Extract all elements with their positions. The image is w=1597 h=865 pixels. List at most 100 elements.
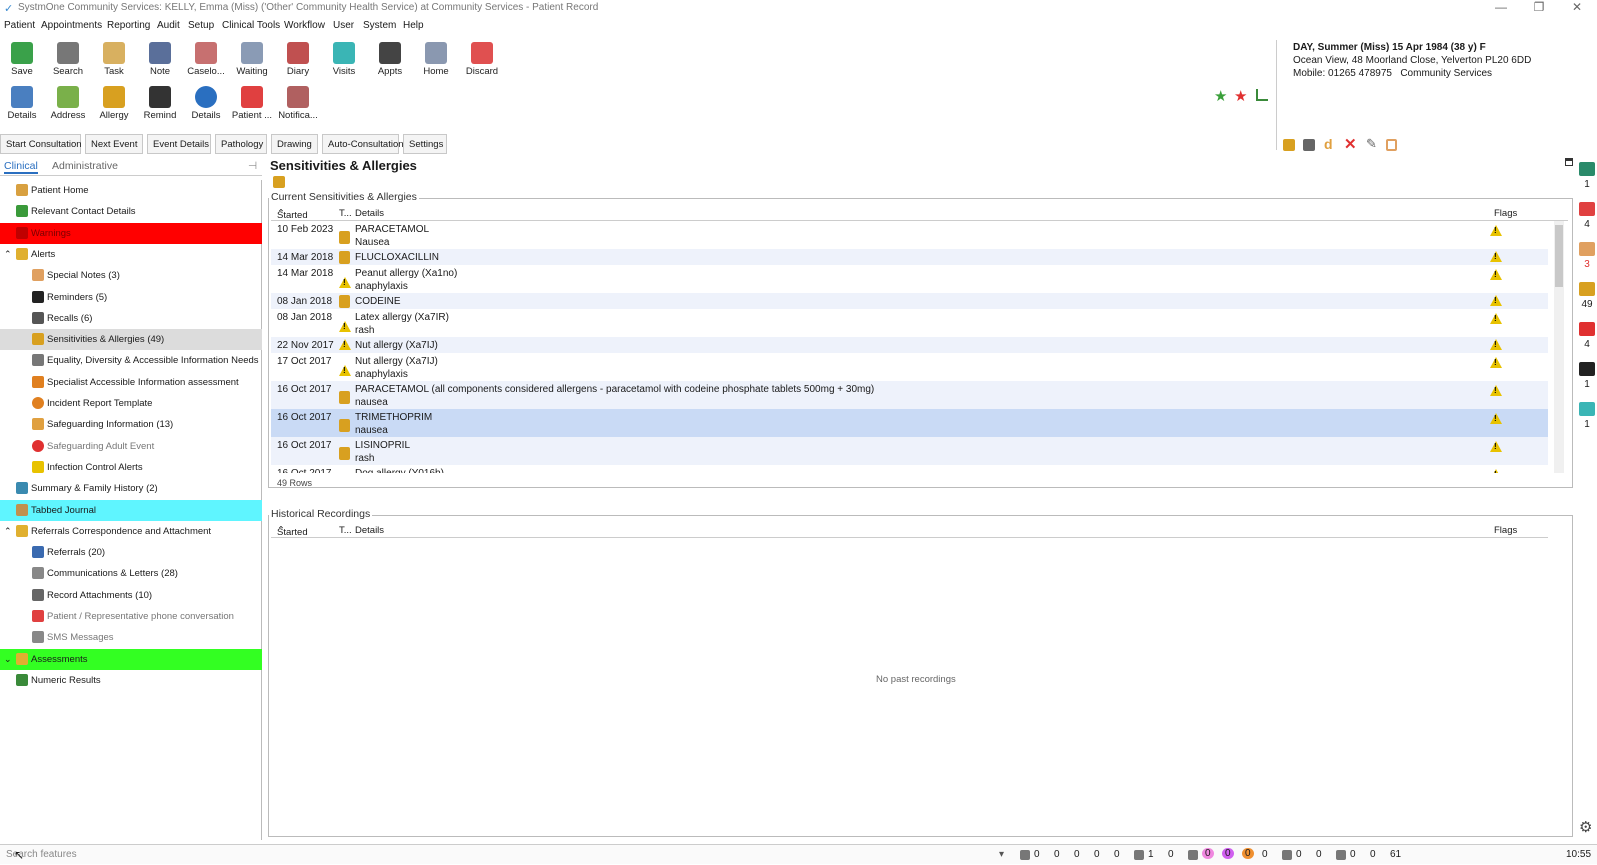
expander-icon[interactable]: ⌃ — [4, 526, 12, 537]
allergy-row[interactable]: 16 Oct 2017 PARACETAMOL (all components c… — [271, 381, 1548, 409]
home-button[interactable]: Home — [414, 40, 458, 80]
tree-item-tabbed-journal[interactable]: Tabbed Journal — [0, 499, 262, 521]
status-icon[interactable] — [1020, 850, 1030, 860]
status-icon[interactable] — [1336, 850, 1346, 860]
status-icon[interactable] — [1282, 850, 1292, 860]
tab-settings[interactable]: Settings — [403, 134, 447, 154]
expander-icon[interactable]: ⌃ — [4, 249, 12, 260]
tab-auto-consultation[interactable]: Auto-Consultation — [322, 134, 404, 154]
menu-appointments[interactable]: Appointments — [41, 20, 102, 31]
tab-start-consultation[interactable]: Start Consultation — [0, 134, 82, 154]
tree-item-patient-representative-phone-conversation[interactable]: Patient / Representative phone conversat… — [0, 606, 262, 627]
allergy-button[interactable]: Allergy — [92, 84, 136, 124]
vertical-scrollbar[interactable] — [1554, 221, 1564, 473]
menu-reporting[interactable]: Reporting — [107, 20, 150, 31]
chart-icon[interactable] — [1256, 89, 1268, 101]
allergy-row[interactable]: 08 Jan 2018 Latex allergy (Xa7IR) rash — [271, 309, 1548, 337]
tree-item-assessments[interactable]: ⌄ Assessments — [0, 648, 262, 670]
minimize-button[interactable]: — — [1486, 0, 1516, 14]
right-sidebar-icon-0[interactable] — [1579, 162, 1595, 176]
phone-button[interactable]: Patient ... — [230, 84, 274, 124]
tab-event-details[interactable]: Event Details — [147, 134, 211, 154]
allergy-row[interactable]: 14 Mar 2018 FLUCLOXACILLIN — [271, 249, 1548, 265]
tree-item-safeguarding-information[interactable]: Safeguarding Information (13) — [0, 414, 262, 435]
restore-button[interactable]: ❐ — [1524, 0, 1554, 14]
search-button[interactable]: Search — [46, 40, 90, 80]
allergy-row[interactable]: 16 Oct 2017 TRIMETHOPRIM nausea — [271, 409, 1548, 437]
allergy-row[interactable]: 14 Mar 2018 Peanut allergy (Xa1no) anaphyl… — [271, 265, 1548, 293]
tree-item-safeguarding-adult-event[interactable]: Safeguarding Adult Event — [0, 436, 262, 457]
menu-help[interactable]: Help — [403, 20, 424, 31]
menu-audit[interactable]: Audit — [157, 20, 180, 31]
right-sidebar-icon-3[interactable] — [1579, 282, 1595, 296]
right-sidebar-icon-5[interactable] — [1579, 362, 1595, 376]
menu-system[interactable]: System — [363, 20, 396, 31]
task-button[interactable]: Task — [92, 40, 136, 80]
tab-administrative[interactable]: Administrative — [52, 160, 118, 172]
note-button[interactable]: Note — [138, 40, 182, 80]
tree-item-record-attachments[interactable]: Record Attachments (10) — [0, 585, 262, 606]
expander-icon[interactable]: ⌄ — [4, 654, 12, 665]
allergy-row[interactable]: 10 Feb 2023 PARACETAMOL Nausea — [271, 221, 1548, 249]
right-sidebar-icon-1[interactable] — [1579, 202, 1595, 216]
tree-item-warnings[interactable]: Warnings — [0, 222, 262, 244]
notes-icon[interactable] — [1386, 139, 1397, 151]
hist-col-flags[interactable]: Flags — [1494, 525, 1517, 536]
discard-button[interactable]: Discard — [460, 40, 504, 80]
tree-item-numeric-results[interactable]: Numeric Results — [0, 670, 262, 691]
circle-details-button[interactable]: Details — [184, 84, 228, 124]
status-icon[interactable] — [1188, 850, 1198, 860]
edit-icon[interactable]: ✎ — [1366, 136, 1377, 152]
waiting-button[interactable]: Waiting — [230, 40, 274, 80]
allergy-tool-icon[interactable] — [1283, 139, 1295, 151]
stamp-icon[interactable] — [1303, 139, 1315, 151]
diary-button[interactable]: Diary — [276, 40, 320, 80]
appts-button[interactable]: Appts — [368, 40, 412, 80]
tree-item-alerts[interactable]: ⌃ Alerts — [0, 244, 262, 265]
tree-item-equality-diversity-accessible-information-needs[interactable]: Equality, Diversity & Accessible Informa… — [0, 350, 262, 371]
tree-item-relevant-contact-details[interactable]: Relevant Contact Details — [0, 201, 262, 222]
menu-workflow[interactable]: Workflow — [284, 20, 325, 31]
tree-item-infection-control-alerts[interactable]: Infection Control Alerts — [0, 457, 262, 478]
save-button[interactable]: Save — [0, 40, 44, 80]
tree-item-recalls[interactable]: Recalls (6) — [0, 308, 262, 329]
col-type[interactable]: T... — [339, 208, 352, 219]
close-button[interactable]: ✕ — [1562, 0, 1592, 14]
tab-next-event[interactable]: Next Event — [85, 134, 143, 154]
hist-col-started[interactable]: Started ⌃ — [277, 525, 308, 538]
d-icon[interactable]: d — [1324, 136, 1333, 152]
tree-item-reminders[interactable]: Reminders (5) — [0, 287, 262, 308]
tree-item-incident-report-template[interactable]: Incident Report Template — [0, 393, 262, 414]
address-button[interactable]: Address — [46, 84, 90, 124]
status-icon[interactable] — [1134, 850, 1144, 860]
star-red-icon[interactable]: ★ — [1234, 87, 1247, 105]
menu-clinical-tools[interactable]: Clinical Tools — [222, 20, 280, 31]
tree-item-summary-family-history[interactable]: Summary & Family History (2) — [0, 478, 262, 499]
tree-item-sensitivities-allergies[interactable]: Sensitivities & Allergies (49) — [0, 329, 262, 351]
right-sidebar-icon-2[interactable] — [1579, 242, 1595, 256]
visits-button[interactable]: Visits — [322, 40, 366, 80]
hist-col-details[interactable]: Details — [355, 525, 384, 536]
star-green-icon[interactable]: ★ — [1214, 87, 1227, 105]
allergy-row[interactable]: 16 Oct 2017 LISINOPRIL rash — [271, 437, 1548, 465]
tab-pathology[interactable]: Pathology — [215, 134, 267, 154]
col-details[interactable]: Details — [355, 208, 384, 219]
tree-item-specialist-accessible-information-assessment[interactable]: Specialist Accessible Information assess… — [0, 372, 262, 393]
allergy-row[interactable]: 17 Oct 2017 Nut allergy (Xa7IJ) anaphylaxi… — [271, 353, 1548, 381]
allergy-row[interactable]: 08 Jan 2018 CODEINE — [271, 293, 1548, 309]
tab-drawing[interactable]: Drawing — [271, 134, 318, 154]
col-flags[interactable]: Flags — [1494, 208, 1517, 219]
menu-user[interactable]: User — [333, 20, 354, 31]
tree-item-referrals[interactable]: Referrals (20) — [0, 542, 262, 563]
allergy-row[interactable]: 22 Nov 2017 Nut allergy (Xa7IJ) — [271, 337, 1548, 353]
delete-icon[interactable]: ✕ — [1344, 135, 1357, 153]
settings-gear-icon[interactable]: ⚙ — [1579, 818, 1592, 836]
menu-setup[interactable]: Setup — [188, 20, 214, 31]
details-button[interactable]: Details — [0, 84, 44, 124]
hist-col-type[interactable]: T... — [339, 525, 352, 536]
panel-maximize-icon[interactable] — [1565, 158, 1573, 166]
notification-button[interactable]: Notifica... — [276, 84, 320, 124]
caseload-button[interactable]: Caselo... — [184, 40, 228, 80]
dropdown-arrow-icon[interactable]: ▾ — [999, 849, 1004, 860]
pin-icon[interactable]: ⊣ — [248, 160, 257, 172]
